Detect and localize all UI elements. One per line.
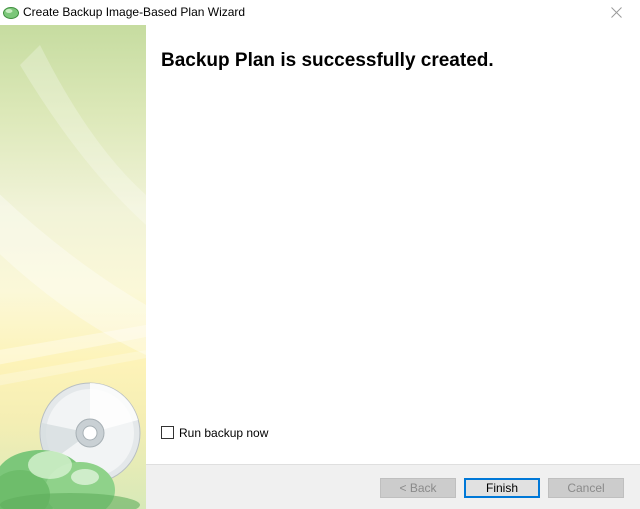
title-bar: Create Backup Image-Based Plan Wizard <box>0 0 640 24</box>
back-button[interactable]: < Back <box>380 478 456 498</box>
run-backup-now-checkbox[interactable] <box>161 426 174 439</box>
wizard-window: Create Backup Image-Based Plan Wizard Ba… <box>0 0 640 509</box>
window-title: Create Backup Image-Based Plan Wizard <box>23 5 246 19</box>
close-button[interactable] <box>594 0 640 24</box>
wizard-side-banner <box>0 25 146 509</box>
close-icon <box>611 7 622 18</box>
green-cloud-icon <box>3 5 19 19</box>
finish-button[interactable]: Finish <box>464 478 540 498</box>
cancel-button[interactable]: Cancel <box>548 478 624 498</box>
run-backup-now-option[interactable]: Run backup now <box>161 425 268 440</box>
page-heading: Backup Plan is successfully created. <box>161 50 494 71</box>
run-backup-now-label: Run backup now <box>179 425 269 440</box>
cd-disc-cloud-illustration <box>0 45 146 509</box>
